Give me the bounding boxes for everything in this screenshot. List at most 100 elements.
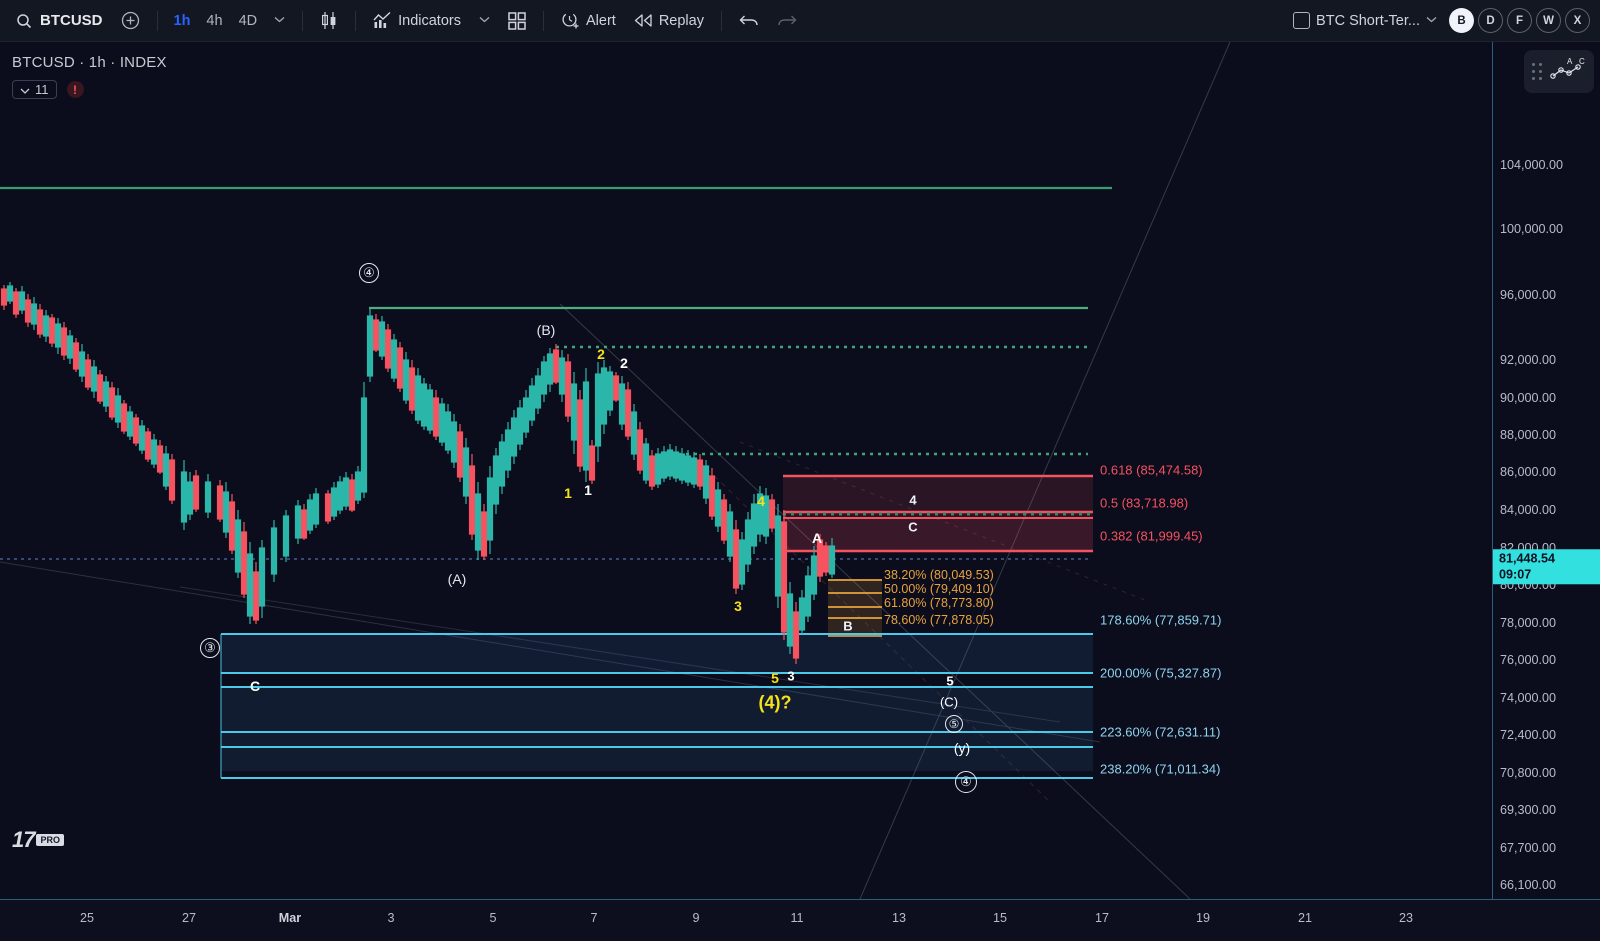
timeframe-more-button[interactable] <box>266 6 293 36</box>
time-tick: 23 <box>1399 911 1413 925</box>
price-tick: 90,000.00 <box>1500 391 1556 405</box>
wave-label-A: A <box>812 530 822 546</box>
indicator-count-pill[interactable]: 11 <box>12 80 57 99</box>
time-tick: 5 <box>489 911 496 925</box>
time-axis[interactable]: 25 27 Mar 3 5 7 9 11 13 15 17 19 21 23 <box>0 899 1600 941</box>
wave-label-A-paren: (A) <box>448 571 467 587</box>
time-tick-month: Mar <box>279 911 301 925</box>
current-price-value: 81,448.54 <box>1499 551 1595 567</box>
time-tick: 13 <box>892 911 906 925</box>
replay-button[interactable]: Replay <box>626 6 712 36</box>
price-tick: 76,000.00 <box>1500 653 1556 667</box>
redo-icon <box>777 13 797 29</box>
price-tick: 69,300.00 <box>1500 803 1556 817</box>
price-axis[interactable]: 104,000.00 100,000.00 96,000.00 92,000.0… <box>1492 42 1600 899</box>
templates-button[interactable] <box>500 6 534 36</box>
price-tick: 74,000.00 <box>1500 691 1556 705</box>
layout-select-button[interactable]: BTC Short-Ter... <box>1285 6 1445 36</box>
avatar-f[interactable]: F <box>1507 8 1532 33</box>
fib-blue-22360-text: 223.60% (72,631.11) <box>1100 725 1220 740</box>
chevron-down-icon <box>274 15 285 26</box>
avatar-d[interactable]: D <box>1478 8 1503 33</box>
price-tick: 86,000.00 <box>1500 465 1556 479</box>
price-tick: 92,000.00 <box>1500 353 1556 367</box>
wave-label-y-paren: (y) <box>954 740 970 756</box>
chart-style-button[interactable] <box>312 6 346 36</box>
alert-button[interactable]: Alert <box>553 6 624 36</box>
wave-label-1-white: 1 <box>584 482 592 498</box>
drag-grip-icon[interactable] <box>1532 63 1542 80</box>
indicators-more-button[interactable] <box>471 6 498 36</box>
price-tick: 78,000.00 <box>1500 616 1556 630</box>
fib-blue-17860-label: 178.60% (77,859.71) <box>1100 613 1221 628</box>
price-tick: 100,000.00 <box>1500 222 1563 236</box>
search-icon <box>16 13 32 29</box>
warning-icon[interactable]: ! <box>67 81 84 98</box>
symbol-search-button[interactable]: BTCUSD <box>8 6 111 36</box>
fib-red-0618-text: 0.618 (85,474.58) <box>1100 463 1203 478</box>
blue-fib-extension-box <box>221 634 1093 778</box>
tradingview-logo: 17 PRO <box>12 827 64 853</box>
legend-indicator-row: 11 ! <box>12 80 167 99</box>
svg-text:C: C <box>1579 57 1585 66</box>
avatar-w[interactable]: W <box>1536 8 1561 33</box>
favorite-drawing-tools[interactable]: A C <box>1524 50 1594 93</box>
elliott-wave-tool-icon[interactable]: A C <box>1550 56 1586 87</box>
undo-button[interactable] <box>731 6 767 36</box>
avatar-x[interactable]: X <box>1565 8 1590 33</box>
time-tick: 21 <box>1298 911 1312 925</box>
timeframe-1h[interactable]: 1h <box>167 7 198 35</box>
red-box-label-C: C <box>908 520 917 535</box>
time-tick: 3 <box>387 911 394 925</box>
time-tick: 27 <box>182 911 196 925</box>
redo-button[interactable] <box>769 6 805 36</box>
wave-label-4-yellow: 4 <box>757 493 765 509</box>
divider <box>355 11 356 31</box>
fib-blue-17860-text: 178.60% (77,859.71) <box>1100 613 1221 628</box>
red-box-label-4: 4 <box>909 493 916 508</box>
wave-label-2-yellow: 2 <box>597 346 605 362</box>
layout-square-icon <box>1293 12 1310 29</box>
timeframe-4h[interactable]: 4h <box>199 7 229 35</box>
add-symbol-button[interactable] <box>113 6 148 36</box>
alert-label: Alert <box>586 13 616 29</box>
gold-box-label-B: B <box>843 619 852 634</box>
wave-label-circled-4-bottom: ④ <box>955 771 977 793</box>
wave-label-3-yellow: 3 <box>734 598 742 614</box>
fib-gold-7860-label: 78.60% (77,878.05) <box>884 613 994 627</box>
tv-mark-text: 17 <box>12 827 34 853</box>
indicators-button[interactable]: Indicators <box>365 6 469 36</box>
layout-name-label: BTC Short-Ter... <box>1316 13 1420 29</box>
wave-label-circled-5: ⑤ <box>945 715 963 733</box>
toolbar-right-group: BTC Short-Ter... B D F W X <box>1285 6 1592 36</box>
wave-label-C: C <box>250 678 260 694</box>
timeframe-4d[interactable]: 4D <box>232 7 265 35</box>
time-tick: 7 <box>590 911 597 925</box>
candlestick-series <box>2 282 835 664</box>
fib-gold-7860-text: 78.60% (77,878.05) <box>884 613 994 627</box>
indicators-icon <box>373 11 392 30</box>
alert-clock-icon <box>561 11 580 30</box>
price-tick: 88,000.00 <box>1500 428 1556 442</box>
red-fib-box <box>783 476 1093 552</box>
fib-gold-6180-text: 61.80% (78,773.80) <box>884 596 994 610</box>
replay-label: Replay <box>659 13 704 29</box>
divider <box>157 11 158 31</box>
grid-templates-icon <box>508 12 526 30</box>
fib-blue-20000-text: 200.00% (75,327.87) <box>1100 666 1221 681</box>
symbol-label: BTCUSD <box>38 12 103 29</box>
wave-label-B: (B) <box>537 322 556 338</box>
current-price-badge[interactable]: 81,448.54 09:07 <box>1493 549 1600 584</box>
avatar-b[interactable]: B <box>1449 8 1474 33</box>
divider <box>721 11 722 31</box>
indicator-count-label: 11 <box>35 82 49 97</box>
wave-label-5-white: 5 <box>946 674 953 689</box>
legend-title: BTCUSD · 1h · INDEX <box>12 54 167 71</box>
fib-gold-3820-text: 38.20% (80,049.53) <box>884 568 994 582</box>
time-tick: 11 <box>790 911 803 925</box>
price-tick: 84,000.00 <box>1500 503 1556 517</box>
wave-label-circled-3: ③ <box>200 638 220 658</box>
price-tick: 96,000.00 <box>1500 288 1556 302</box>
wave-label-circled-4-top: ④ <box>359 263 379 283</box>
chart-pane[interactable]: BTCUSD · 1h · INDEX 11 ! <box>0 42 1492 899</box>
